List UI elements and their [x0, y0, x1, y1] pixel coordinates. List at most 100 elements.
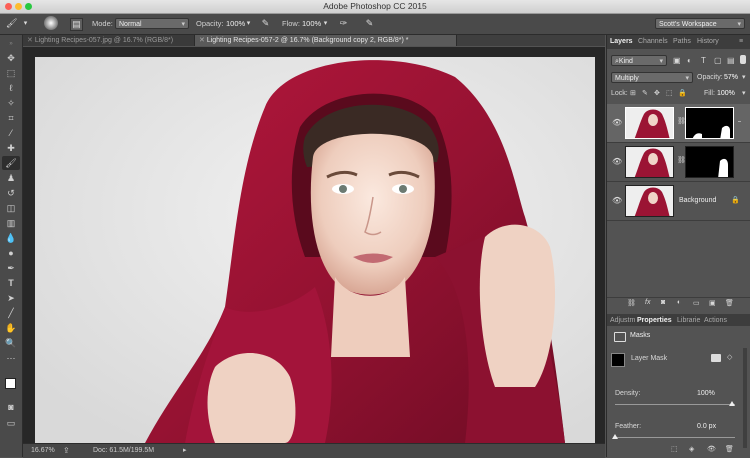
link-layers-icon[interactable]: ⛓: [627, 299, 636, 307]
tab-layers[interactable]: Layers: [610, 37, 633, 47]
eyedropper-tool-icon[interactable]: ⁄: [2, 126, 20, 140]
hand-tool-icon[interactable]: ✋: [2, 321, 20, 335]
move-tool-icon[interactable]: ✥: [2, 51, 20, 65]
tab-properties[interactable]: Properties: [637, 316, 672, 326]
filter-toggle[interactable]: [740, 55, 746, 64]
layer-name[interactable]: Background: [679, 197, 716, 204]
new-group-icon[interactable]: ▭: [693, 299, 700, 307]
clone-stamp-tool-icon[interactable]: ♟: [2, 171, 20, 185]
tab-close-icon[interactable]: ✕: [199, 37, 207, 44]
layer-mask-thumbnail[interactable]: [685, 107, 734, 139]
mode-select[interactable]: Normal: [115, 18, 189, 30]
doc-tab-1[interactable]: ✕ Lighting Recipes-057.jpg @ 16.7% (RGB/…: [23, 35, 195, 46]
filter-adjustment-icon[interactable]: ◐: [687, 56, 692, 65]
pressure-size-icon[interactable]: ✎: [364, 18, 375, 29]
brush-panel-toggle-icon[interactable]: ▤: [70, 18, 83, 31]
history-brush-tool-icon[interactable]: ↺: [2, 186, 20, 200]
doc-tab-2[interactable]: ✕ Lighting Recipes-057-2 @ 16.7% (Backgr…: [195, 35, 457, 46]
apply-mask-icon[interactable]: ◈: [689, 445, 694, 453]
path-selection-tool-icon[interactable]: ➤: [2, 291, 20, 305]
visibility-eye-icon[interactable]: 👁: [612, 157, 622, 166]
layer-row[interactable]: 👁 ⛓: [607, 104, 750, 143]
zoom-tool-icon[interactable]: 🔍: [2, 336, 20, 350]
filter-pixel-icon[interactable]: ▣: [673, 56, 681, 65]
layer-row[interactable]: 👁 ⛓: [607, 143, 750, 182]
tab-paths[interactable]: Paths: [673, 37, 691, 47]
workspace-select[interactable]: Scott's Workspace: [655, 18, 745, 30]
lock-all-icon[interactable]: 🔒: [678, 89, 687, 97]
toolbar-collapse-icon[interactable]: »: [2, 37, 20, 51]
airbrush-icon[interactable]: ✑: [338, 18, 349, 29]
feather-value[interactable]: 0.0 px: [697, 423, 716, 430]
delete-mask-icon[interactable]: 🗑: [725, 445, 734, 453]
visibility-eye-icon[interactable]: 👁: [707, 445, 716, 453]
layer-thumbnail[interactable]: [625, 146, 674, 178]
line-tool-icon[interactable]: ╱: [2, 306, 20, 320]
zoom-level[interactable]: 16.67%: [31, 447, 55, 454]
tab-adjustments[interactable]: Adjustm: [610, 316, 635, 326]
filter-type-icon[interactable]: T: [701, 56, 706, 65]
layer-thumbnail[interactable]: [625, 185, 674, 217]
filter-smart-object-icon[interactable]: ▤: [727, 56, 735, 65]
opacity-chevron-icon[interactable]: ▾: [243, 18, 254, 29]
lock-transparent-icon[interactable]: ⊞: [630, 89, 636, 97]
status-menu-icon[interactable]: ▸: [183, 446, 187, 454]
brush-preview-icon[interactable]: [44, 16, 58, 30]
layer-row[interactable]: 👁 Background 🔒: [607, 182, 750, 221]
flow-chevron-icon[interactable]: ▾: [320, 18, 331, 29]
fill-value[interactable]: 100%: [717, 90, 735, 97]
more-tools-icon[interactable]: ⋯: [2, 351, 20, 365]
foreground-color-swatch[interactable]: [5, 378, 16, 389]
panel-menu-icon[interactable]: ≡: [739, 37, 743, 47]
pen-tool-icon[interactable]: ✒: [2, 261, 20, 275]
density-value[interactable]: 100%: [697, 390, 715, 397]
select-pixel-mask-icon[interactable]: [711, 354, 721, 362]
density-slider-handle[interactable]: [729, 401, 735, 406]
lock-image-icon[interactable]: ✎: [642, 89, 648, 97]
quick-selection-tool-icon[interactable]: ✧: [2, 96, 20, 110]
density-slider-track[interactable]: [615, 404, 735, 405]
filter-kind-select[interactable]: ⌕Kind: [611, 55, 667, 67]
tab-actions[interactable]: Actions: [704, 316, 727, 326]
tab-libraries[interactable]: Librarie: [677, 316, 700, 326]
blur-tool-icon[interactable]: 💧: [2, 231, 20, 245]
dodge-tool-icon[interactable]: ●: [2, 246, 20, 260]
tab-channels[interactable]: Channels: [638, 37, 668, 47]
load-selection-icon[interactable]: ⬚: [671, 445, 678, 453]
new-layer-icon[interactable]: ▣: [709, 299, 716, 307]
filter-shape-icon[interactable]: ▢: [714, 56, 722, 65]
healing-brush-tool-icon[interactable]: ✚: [2, 141, 20, 155]
type-tool-icon[interactable]: T: [2, 276, 20, 290]
visibility-eye-icon[interactable]: 👁: [612, 118, 622, 127]
crop-tool-icon[interactable]: ⌗: [2, 111, 20, 125]
layer-thumbnail[interactable]: [625, 107, 674, 139]
blend-mode-select[interactable]: Multiply: [611, 72, 693, 84]
chevron-down-icon[interactable]: ▾: [20, 18, 31, 29]
eraser-tool-icon[interactable]: ◫: [2, 201, 20, 215]
trash-icon[interactable]: 🗑: [725, 299, 734, 307]
add-mask-icon[interactable]: ◙: [661, 299, 665, 306]
brush-tool-icon[interactable]: 🖌: [2, 156, 20, 170]
marquee-tool-icon[interactable]: ⬚: [2, 66, 20, 80]
share-icon[interactable]: ⇪: [63, 446, 70, 455]
properties-scrollbar[interactable]: [743, 348, 747, 448]
adjustment-layer-icon[interactable]: ◐: [677, 299, 681, 306]
feather-slider-handle[interactable]: [612, 434, 618, 439]
pressure-opacity-icon[interactable]: ✎: [260, 18, 271, 29]
select-vector-mask-icon[interactable]: ◇: [727, 353, 732, 361]
feather-slider-track[interactable]: [615, 437, 735, 438]
doc-size[interactable]: Doc: 61.5M/199.5M: [93, 447, 154, 454]
lasso-tool-icon[interactable]: ℓ: [2, 81, 20, 95]
fill-chevron-icon[interactable]: ▾: [742, 89, 746, 97]
visibility-eye-icon[interactable]: 👁: [612, 196, 622, 205]
opacity-chevron-icon[interactable]: ▾: [742, 73, 746, 81]
quick-mask-icon[interactable]: ◙: [2, 400, 20, 414]
layer-opacity-value[interactable]: 57%: [724, 74, 738, 81]
layer-mask-thumbnail[interactable]: [685, 146, 734, 178]
lock-position-icon[interactable]: ✥: [654, 89, 660, 97]
tab-close-icon[interactable]: ✕: [27, 37, 35, 44]
brush-tool-preset-icon[interactable]: 🖌: [6, 18, 17, 29]
lock-artboard-icon[interactable]: ⬚: [666, 89, 673, 97]
gradient-tool-icon[interactable]: ▥: [2, 216, 20, 230]
flow-value[interactable]: 100%: [302, 19, 321, 28]
